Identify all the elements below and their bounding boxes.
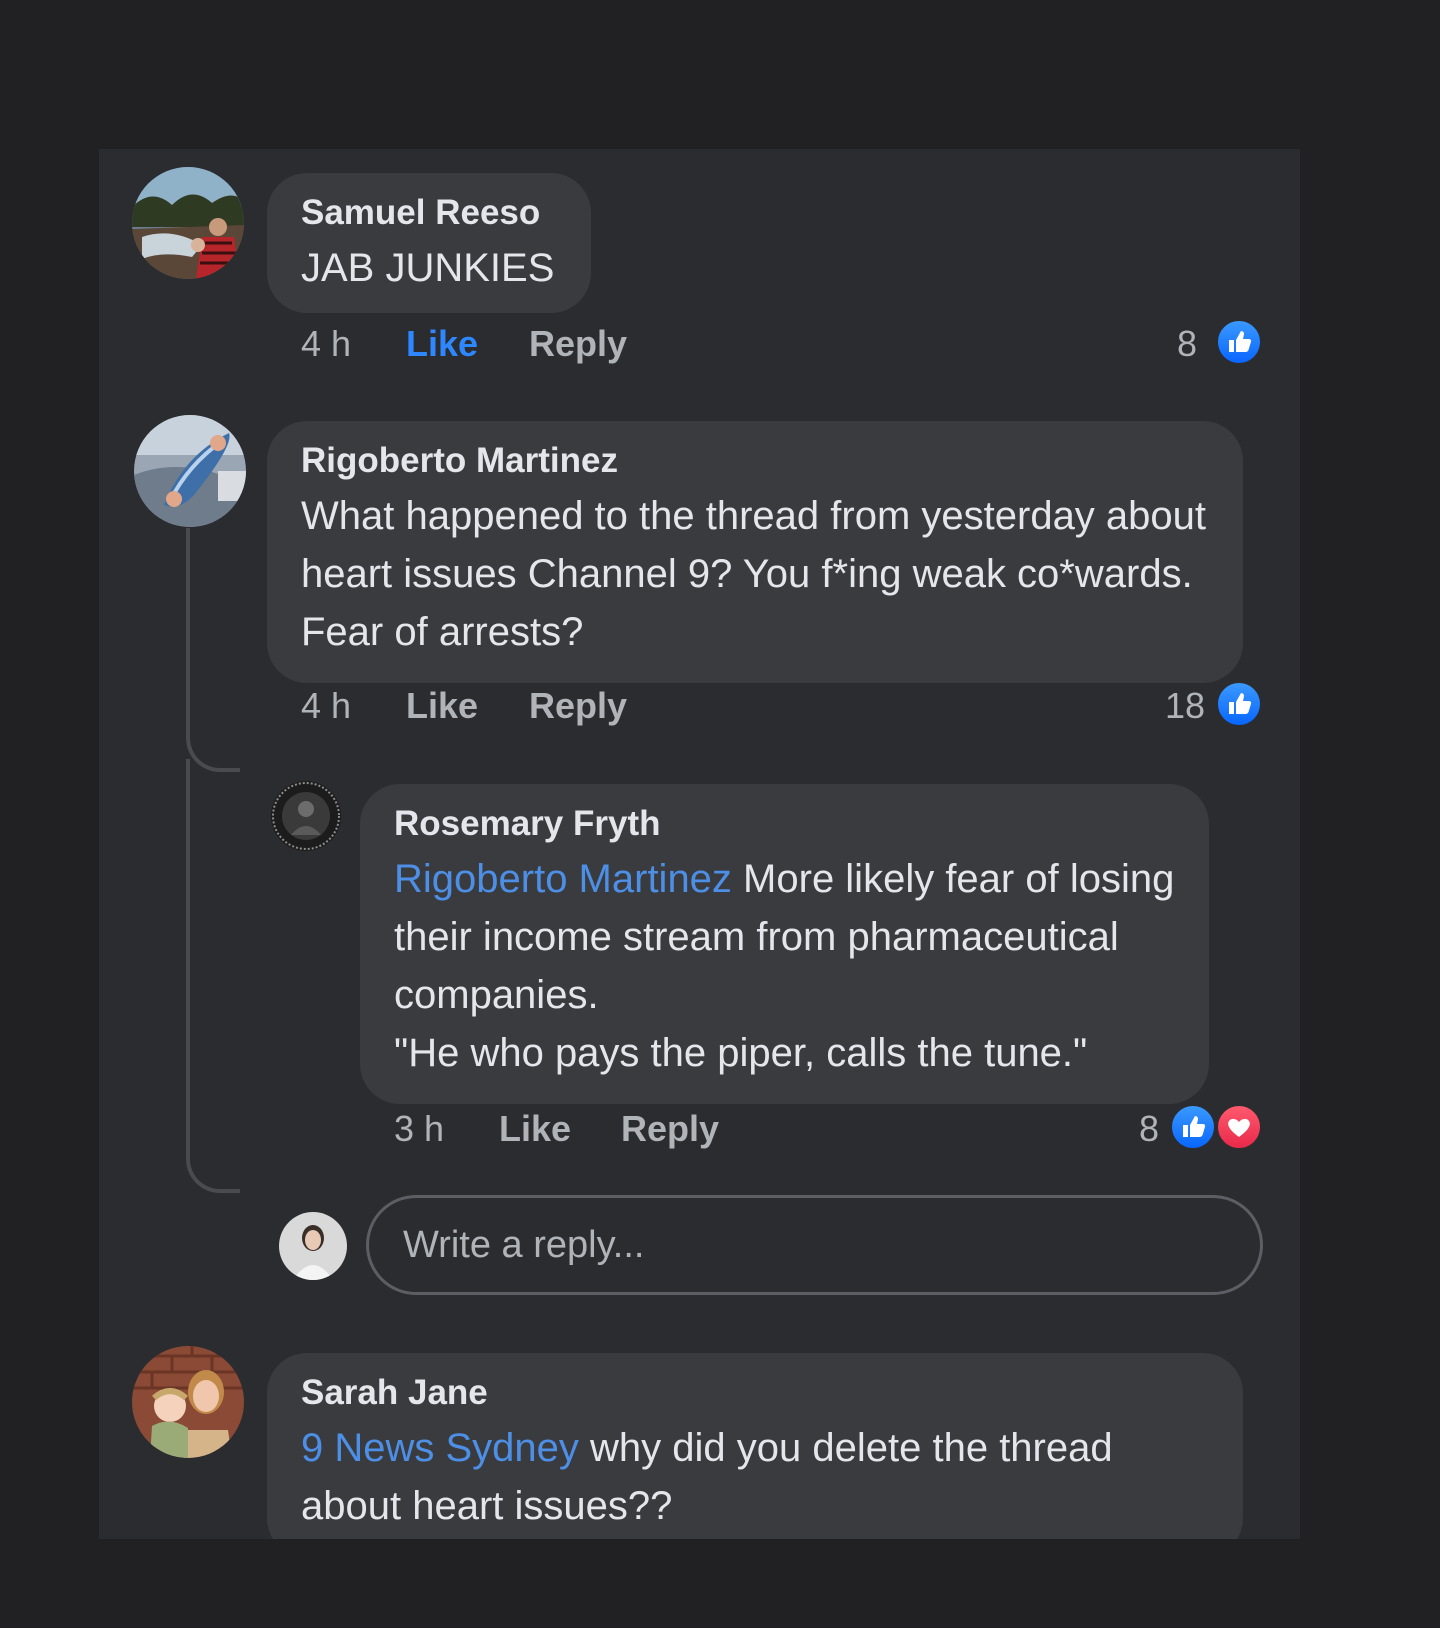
reaction-count[interactable]: 18	[1109, 686, 1205, 726]
comments-panel: Samuel Reeso JAB JUNKIES 4 h Like Reply …	[99, 149, 1300, 1539]
comment-bubble: Sarah Jane 9 News Sydney why did you del…	[267, 1353, 1243, 1539]
current-user-avatar[interactable]	[279, 1212, 347, 1280]
comment-time[interactable]: 4 h	[301, 324, 351, 364]
comment-bubble: Rigoberto Martinez What happened to the …	[267, 421, 1243, 683]
comment-time[interactable]: 4 h	[301, 686, 351, 726]
like-button[interactable]: Like	[406, 324, 478, 364]
like-icon[interactable]	[1215, 318, 1263, 366]
like-button[interactable]: Like	[499, 1109, 571, 1149]
reply-bubble: Rosemary Fryth Rigoberto Martinez More l…	[360, 784, 1209, 1104]
avatar-rigoberto-martinez[interactable]	[134, 415, 246, 527]
like-icon[interactable]	[1169, 1103, 1217, 1151]
reply-input[interactable]: Write a reply...	[366, 1195, 1263, 1295]
avatar-rosemary-fryth[interactable]	[271, 781, 341, 851]
comment-text: What happened to the thread from yesterd…	[301, 494, 1207, 654]
reaction-count[interactable]: 8	[1139, 324, 1197, 364]
like-button[interactable]: Like	[406, 686, 478, 726]
comment-author[interactable]: Rigoberto Martinez	[301, 441, 1213, 481]
comment-author[interactable]: Samuel Reeso	[301, 193, 591, 233]
reply-button[interactable]: Reply	[529, 686, 627, 726]
avatar-sarah-jane[interactable]	[132, 1346, 244, 1458]
thread-connector	[186, 759, 240, 1193]
avatar-samuel-reeso[interactable]	[132, 167, 244, 279]
thread-connector	[186, 528, 240, 772]
reply-button[interactable]: Reply	[529, 324, 627, 364]
reply-time[interactable]: 3 h	[394, 1109, 444, 1149]
reply-button[interactable]: Reply	[621, 1109, 719, 1149]
reply-text-quote: "He who pays the piper, calls the tune."	[394, 1031, 1088, 1075]
comment-bubble: Samuel Reeso JAB JUNKIES	[267, 173, 591, 313]
mention-link[interactable]: Rigoberto Martinez	[394, 857, 732, 901]
love-icon[interactable]	[1215, 1103, 1263, 1151]
comment-text: JAB JUNKIES	[301, 246, 555, 290]
reaction-count[interactable]: 8	[1089, 1109, 1159, 1149]
reply-author[interactable]: Rosemary Fryth	[394, 804, 1179, 844]
comment-text: 9 News Sydney why did you delete the thr…	[301, 1419, 1213, 1535]
mention-link[interactable]: 9 News Sydney	[301, 1426, 579, 1470]
like-icon[interactable]	[1215, 680, 1263, 728]
reply-text: Rigoberto Martinez More likely fear of l…	[394, 850, 1179, 1082]
comment-author[interactable]: Sarah Jane	[301, 1373, 1213, 1413]
